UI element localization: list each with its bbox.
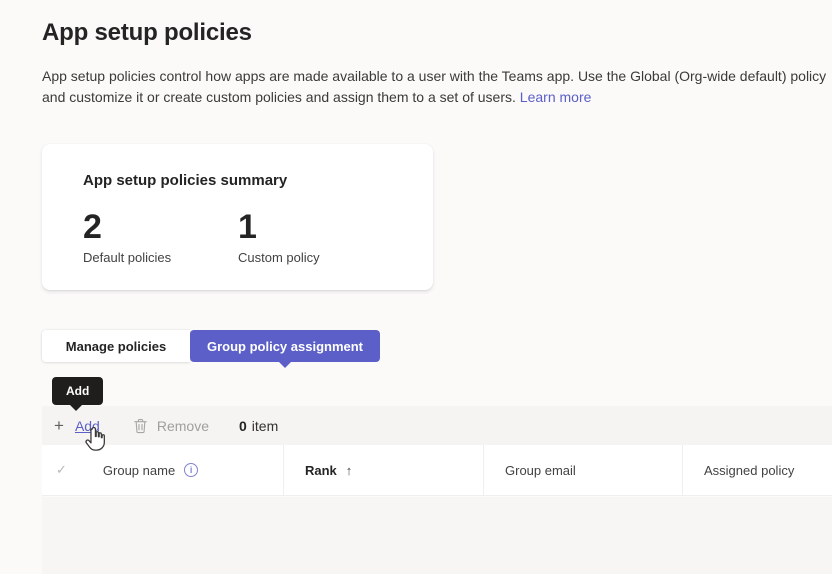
item-count-unit: item <box>252 418 278 434</box>
stat-default-policies-value: 2 <box>83 209 238 245</box>
description-line-1: App setup policies control how apps are … <box>42 68 826 84</box>
info-icon[interactable]: i <box>184 463 198 477</box>
learn-more-link[interactable]: Learn more <box>520 89 592 105</box>
stat-default-policies-label: Default policies <box>83 250 238 265</box>
tab-bar: Manage policies Group policy assignment <box>42 330 380 362</box>
tab-group-policy-assignment-label: Group policy assignment <box>207 339 363 354</box>
stat-custom-policy: 1 Custom policy <box>238 209 393 265</box>
app-setup-policies-page: App setup policies App setup policies co… <box>0 0 832 574</box>
tab-group-policy-assignment[interactable]: Group policy assignment <box>190 330 380 362</box>
column-header-group-name: ✓ Group name i <box>42 445 283 495</box>
sort-ascending-icon[interactable]: ↑ <box>346 463 353 478</box>
table-header-row: ✓ Group name i Rank ↑ Group email Assign… <box>42 445 832 496</box>
remove-button[interactable]: Remove <box>100 418 209 434</box>
add-tooltip-text: Add <box>66 384 89 398</box>
add-tooltip: Add <box>52 377 103 405</box>
group-name-column-label: Group name <box>103 463 175 478</box>
description-line-2: and customize it or create custom polici… <box>42 89 516 105</box>
stat-custom-policy-value: 1 <box>238 209 393 245</box>
stat-default-policies: 2 Default policies <box>83 209 238 265</box>
assigned-policy-column-label: Assigned policy <box>704 463 794 478</box>
tab-manage-policies[interactable]: Manage policies <box>42 330 190 362</box>
group-email-column-label: Group email <box>505 463 576 478</box>
column-header-assigned-policy: Assigned policy <box>682 445 832 495</box>
column-header-rank[interactable]: Rank ↑ <box>283 445 483 495</box>
page-title: App setup policies <box>42 19 252 47</box>
trash-icon <box>133 418 148 434</box>
table-toolbar: + Add Remove 0 item <box>42 406 832 445</box>
summary-stats: 2 Default policies 1 Custom policy <box>83 209 393 265</box>
plus-icon: + <box>54 417 64 434</box>
hand-cursor-icon <box>82 425 108 459</box>
selected-item-count: 0 item <box>239 418 278 434</box>
summary-card: App setup policies summary 2 Default pol… <box>42 144 433 290</box>
rank-column-label: Rank <box>305 463 337 478</box>
stat-custom-policy-label: Custom policy <box>238 250 393 265</box>
column-header-group-email: Group email <box>483 445 682 495</box>
summary-card-title: App setup policies summary <box>83 172 393 189</box>
page-description: App setup policies control how apps are … <box>42 66 832 108</box>
remove-button-label: Remove <box>157 418 209 434</box>
empty-table-body <box>42 497 832 574</box>
item-count-value: 0 <box>239 418 247 434</box>
tab-manage-policies-label: Manage policies <box>66 339 166 354</box>
select-all-checkbox[interactable]: ✓ <box>56 462 67 478</box>
